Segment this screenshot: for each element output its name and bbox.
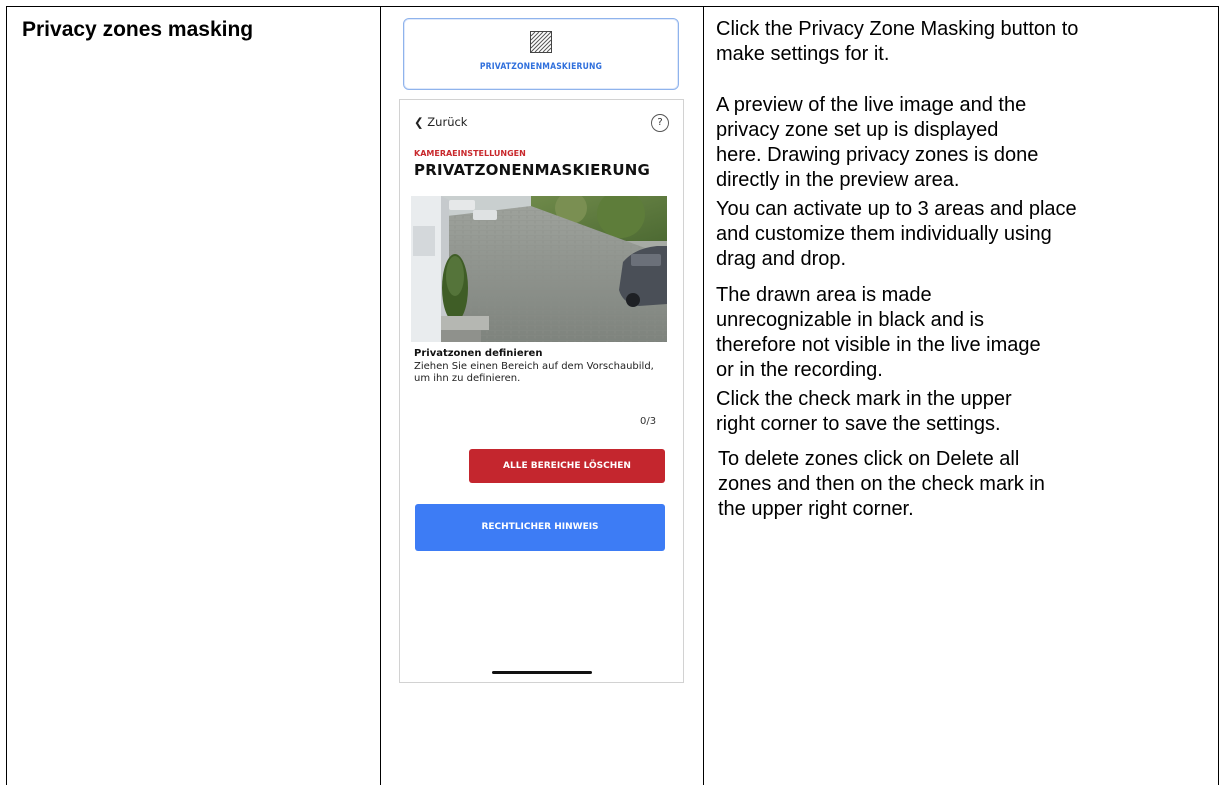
live-preview-image[interactable] xyxy=(411,196,667,342)
instruction-line: the upper right corner. xyxy=(718,498,914,520)
instruction-line: privacy zone set up is displayed xyxy=(716,119,999,141)
privacy-zone-button-label: PRIVATZONENMASKIERUNG xyxy=(479,62,603,72)
delete-all-zones-button[interactable]: ALLE BEREICHE LÖSCHEN xyxy=(469,449,665,483)
table-divider-2 xyxy=(703,6,704,785)
chevron-left-icon: ❮ xyxy=(414,115,424,129)
instruction-paragraph-2: A preview of the live image and the priv… xyxy=(716,93,1206,193)
instruction-line: right corner to save the settings. xyxy=(716,413,1001,435)
instruction-paragraph-3: You can activate up to 3 areas and place… xyxy=(716,197,1206,272)
instruction-line: drag and drop. xyxy=(716,248,847,270)
table-right-border xyxy=(1218,6,1219,785)
instruction-line: or in the recording. xyxy=(716,359,883,381)
instruction-line: and customize them individually using xyxy=(716,223,1052,245)
back-button[interactable]: ❮ Zurück xyxy=(414,115,467,129)
legal-notice-button[interactable]: RECHTLICHER HINWEIS xyxy=(415,504,665,551)
instruction-line: You can activate up to 3 areas and place xyxy=(716,198,1077,220)
section-label: KAMERAEINSTELLUNGEN xyxy=(414,149,526,158)
page-title: PRIVATZONENMASKIERUNG xyxy=(414,161,650,179)
instruction-line: Click the check mark in the upper xyxy=(716,388,1012,410)
instruction-line: The drawn area is made xyxy=(716,284,932,306)
instruction-line: Click the Privacy Zone Masking button to xyxy=(716,18,1079,40)
instruction-paragraph-4: The drawn area is made unrecognizable in… xyxy=(716,283,1206,383)
instruction-line: therefore not visible in the live image xyxy=(716,334,1041,356)
instruction-line: To delete zones click on Delete all xyxy=(718,448,1020,470)
instruction-line: make settings for it. xyxy=(716,43,890,65)
table-divider-1 xyxy=(380,6,381,785)
instruction-line: zones and then on the check mark in xyxy=(718,473,1045,495)
privacy-mask-icon xyxy=(530,31,552,53)
zone-counter: 0/3 xyxy=(640,416,657,427)
help-icon[interactable]: ? xyxy=(651,114,669,132)
privacy-zone-masking-button[interactable]: PRIVATZONENMASKIERUNG xyxy=(403,18,679,90)
instruction-paragraph-5: Click the check mark in the upper right … xyxy=(716,387,1206,437)
instruction-line: A preview of the live image and the xyxy=(716,94,1027,116)
instruction-line: unrecognizable in black and is xyxy=(716,309,984,331)
home-indicator xyxy=(492,671,592,674)
instruction-line: directly in the preview area. xyxy=(716,169,960,191)
table-top-border xyxy=(6,6,1219,7)
define-zones-description: Ziehen Sie einen Bereich auf dem Vorscha… xyxy=(414,361,654,384)
define-zones-title: Privatzonen definieren xyxy=(414,348,543,359)
back-label: Zurück xyxy=(427,115,468,129)
instruction-paragraph-6: To delete zones click on Delete all zone… xyxy=(718,447,1208,522)
instruction-line: here. Drawing privacy zones is done xyxy=(716,144,1039,166)
phone-screen: ❮ Zurück ? KAMERAEINSTELLUNGEN PRIVATZON… xyxy=(399,99,684,683)
instruction-paragraph-1: Click the Privacy Zone Masking button to… xyxy=(716,17,1206,67)
table-left-border xyxy=(6,6,7,785)
feature-title: Privacy zones masking xyxy=(22,18,254,41)
